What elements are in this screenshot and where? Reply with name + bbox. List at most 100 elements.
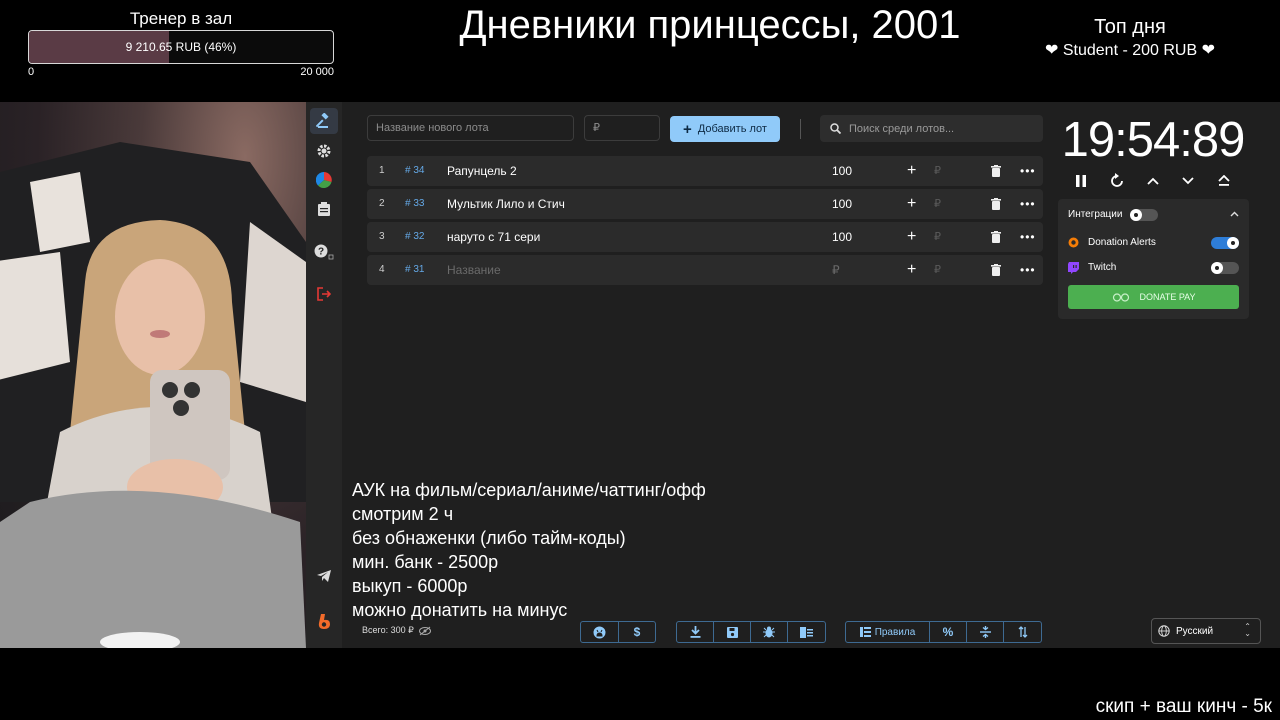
clear-lots-button[interactable] — [788, 622, 825, 642]
donatepay-label: DONATE PAY — [1139, 292, 1196, 302]
lot-row[interactable]: 1 # 34 Рапунцель 2 100 + ₽ ••• — [367, 156, 1043, 186]
lots-list: 1 # 34 Рапунцель 2 100 + ₽ ••• 2 # 33 Му… — [367, 156, 1043, 288]
reset-timer-button[interactable] — [1108, 172, 1126, 190]
rules-button[interactable]: Правила — [846, 622, 930, 642]
lot-add-amount-button[interactable]: + — [907, 156, 916, 186]
rules-line: без обнаженки (либо тайм-коды) — [352, 528, 626, 548]
lot-amount[interactable]: 100 — [832, 222, 852, 252]
integration-item-donationalerts: Donation Alerts — [1068, 234, 1239, 252]
lot-more-button[interactable]: ••• — [1020, 222, 1036, 252]
sidebar-item-wheel[interactable] — [310, 167, 338, 193]
top-day-title: Топ дня — [1094, 16, 1166, 38]
bottom-ticker: скип + ваш кинч - 5к — [1095, 696, 1272, 717]
help-icon: ? — [314, 244, 334, 260]
new-lot-amount-input[interactable]: ₽ — [584, 115, 660, 141]
lot-currency-input[interactable]: ₽ — [934, 189, 941, 219]
pause-button[interactable] — [1072, 172, 1090, 190]
new-lot-input[interactable]: Название нового лота — [367, 115, 574, 141]
sort-button[interactable] — [1004, 622, 1041, 642]
sidebar-item-help[interactable]: ? — [310, 239, 338, 265]
lot-currency-input[interactable]: ₽ — [934, 222, 941, 252]
lot-row[interactable]: 2 # 33 Мультик Лило и Стич 100 + ₽ ••• — [367, 189, 1043, 219]
lot-add-amount-button[interactable]: + — [907, 189, 916, 219]
bug-icon — [763, 626, 775, 638]
save-icon — [726, 626, 738, 638]
logout-icon — [317, 287, 331, 301]
lot-row[interactable]: 3 # 32 наруто с 71 сери 100 + ₽ ••• — [367, 222, 1043, 252]
goal-max-label: 20 000 — [300, 66, 334, 78]
search-icon — [830, 123, 841, 134]
download-button[interactable] — [677, 622, 714, 642]
integration-item-twitch: Twitch — [1068, 259, 1239, 277]
lot-id[interactable]: # 31 — [405, 255, 424, 285]
add-lot-button[interactable]: + Добавить лот — [670, 116, 780, 142]
lot-delete-button[interactable] — [991, 264, 1001, 276]
lot-amount-input[interactable]: ₽ — [832, 255, 840, 285]
split-button[interactable] — [967, 622, 1004, 642]
rules-line: смотрим 2 ч — [352, 504, 454, 524]
github-button[interactable] — [581, 622, 619, 642]
collapse-button[interactable] — [1230, 206, 1239, 224]
sidebar-item-auction[interactable] — [310, 108, 338, 134]
donate-link-button[interactable]: $ — [619, 622, 655, 642]
donatepay-icon — [1113, 292, 1130, 302]
sidebar-item-settings[interactable] — [310, 138, 338, 164]
eye-off-icon[interactable] — [418, 626, 431, 636]
integrations-master-toggle[interactable] — [1130, 209, 1158, 221]
double-time-button[interactable] — [1215, 172, 1233, 190]
restart-icon — [1111, 173, 1123, 187]
donatepay-button[interactable]: DONATE PAY — [1068, 285, 1239, 309]
footer-links-group: $ — [580, 621, 656, 643]
svg-text:?: ? — [318, 247, 324, 258]
sidebar-item-logout[interactable] — [310, 281, 338, 307]
lot-more-button[interactable]: ••• — [1020, 255, 1036, 285]
lot-delete-button[interactable] — [991, 231, 1001, 243]
rules-button-label: Правила — [874, 626, 916, 638]
percent-button[interactable]: % — [930, 622, 967, 642]
lot-add-amount-button[interactable]: + — [907, 255, 916, 285]
lot-delete-button[interactable] — [991, 165, 1001, 177]
top-day-widget: Топ дня ❤ Student - 200 RUB ❤ — [1030, 14, 1230, 62]
goal-min-label: 0 — [28, 66, 35, 78]
donation-alerts-icon — [1068, 237, 1079, 248]
trash-icon — [991, 264, 1001, 276]
gavel-icon — [316, 113, 329, 128]
lot-currency-input[interactable]: ₽ — [934, 156, 941, 186]
donation-alerts-toggle[interactable] — [1211, 237, 1239, 249]
language-value: Русский — [1176, 625, 1214, 637]
rules-line: мин. банк - 2500р — [352, 552, 499, 572]
swap-vertical-icon — [1018, 626, 1027, 638]
lot-currency-input[interactable]: ₽ — [934, 255, 941, 285]
rules-line: выкуп - 6000р — [352, 576, 468, 596]
lot-name-input[interactable]: Название — [447, 255, 501, 285]
lot-name[interactable]: Мультик Лило и Стич — [447, 189, 565, 219]
save-button[interactable] — [714, 622, 751, 642]
search-input[interactable]: Поиск среди лотов... — [820, 115, 1043, 142]
goal-title: Тренер в зал — [129, 9, 233, 28]
lot-name[interactable]: Рапунцель 2 — [447, 156, 517, 186]
chevron-up-icon — [1147, 177, 1159, 185]
sidebar-item-telegram[interactable] — [310, 563, 338, 589]
language-select[interactable]: Русский ⌃ ⌄ — [1151, 618, 1261, 644]
telegram-icon — [317, 570, 331, 582]
lot-more-button[interactable]: ••• — [1020, 156, 1036, 186]
footer-tools-group: Правила % — [845, 621, 1042, 643]
lot-add-amount-button[interactable]: + — [907, 222, 916, 252]
lot-id[interactable]: # 32 — [405, 222, 424, 252]
lot-id[interactable]: # 34 — [405, 156, 424, 186]
report-bug-button[interactable] — [751, 622, 788, 642]
lot-id[interactable]: # 33 — [405, 189, 424, 219]
add-time-button[interactable] — [1144, 172, 1162, 190]
twitch-toggle[interactable] — [1211, 262, 1239, 274]
sidebar-item-history[interactable] — [310, 196, 338, 222]
lot-row[interactable]: 4 # 31 Название ₽ + ₽ ••• — [367, 255, 1043, 285]
clipboard-icon — [318, 202, 330, 216]
sidebar-item-boosty[interactable] — [310, 609, 338, 635]
subtract-time-button[interactable] — [1179, 172, 1197, 190]
lot-delete-button[interactable] — [991, 198, 1001, 210]
lot-amount[interactable]: 100 — [832, 189, 852, 219]
lot-name[interactable]: наруто с 71 сери — [447, 222, 540, 252]
lot-index: 4 — [379, 264, 385, 275]
lot-more-button[interactable]: ••• — [1020, 189, 1036, 219]
lot-amount[interactable]: 100 — [832, 156, 852, 186]
